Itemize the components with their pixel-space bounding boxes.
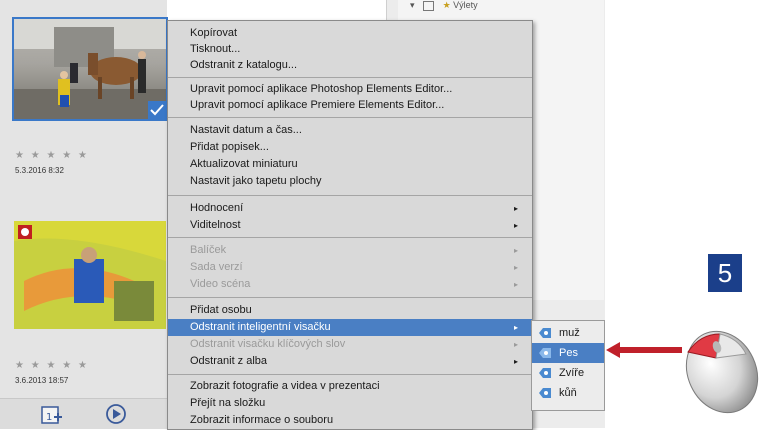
submenu-item-dog[interactable]: Pes	[532, 343, 604, 363]
play-slideshow-icon[interactable]	[105, 403, 127, 425]
checkbox[interactable]	[423, 0, 435, 11]
submenu-item-label: kůň	[559, 387, 577, 399]
menu-remove-from-album[interactable]: Odstranit z alba ▸	[168, 353, 532, 370]
submenu-item-horse[interactable]: kůň	[532, 383, 604, 403]
expand-arrow-icon[interactable]: ▾	[410, 0, 415, 10]
menu-add-person[interactable]: Přidat osobu	[168, 302, 532, 319]
menu-separator	[168, 374, 532, 375]
rating-stars[interactable]: ★ ★ ★ ★ ★	[15, 150, 89, 161]
menu-update-thumbnail[interactable]: Aktualizovat miniaturu	[168, 156, 532, 173]
submenu-item-label: Zvíře	[559, 367, 585, 379]
tag-folder-item[interactable]: ▾ ★ Výlety	[410, 0, 478, 11]
menu-stack-label: Balíček	[190, 244, 227, 256]
svg-text:1: 1	[46, 412, 52, 423]
menu-edit-photoshop[interactable]: Upravit pomocí aplikace Photoshop Elemen…	[168, 81, 532, 98]
bottom-toolbar: 1	[0, 398, 167, 429]
submenu-arrow-icon: ▸	[513, 357, 518, 366]
menu-remove-from-catalog[interactable]: Odstranit z katalogu...	[168, 57, 532, 74]
playground-photo-image	[14, 221, 166, 329]
menu-set-date-time[interactable]: Nastavit datum a čas...	[168, 122, 532, 139]
submenu-item-animal[interactable]: Zvíře	[532, 363, 604, 383]
menu-stack: Balíček ▸	[168, 242, 532, 259]
tag-icon: ★	[442, 0, 451, 10]
menu-version-set: Sada verzí ▸	[168, 259, 532, 276]
menu-remove-keyword-tag: Odstranit visačku klíčových slov ▸	[168, 336, 532, 353]
horse-photo-image	[14, 19, 166, 119]
menu-show-slideshow[interactable]: Zobrazit fotografie a videa v prezentaci	[168, 378, 532, 395]
menu-rating[interactable]: Hodnocení ▸	[168, 200, 532, 217]
submenu-arrow-icon: ▸	[513, 263, 518, 272]
menu-print[interactable]: Tisknout...	[168, 41, 532, 58]
menu-separator	[168, 297, 532, 298]
thumbnail-panel: ★ ★ ★ ★ ★ 5.3.2016 8:32 ★ ★ ★ ★ ★ 3.6.20…	[0, 0, 168, 429]
mouse-icon	[685, 330, 759, 414]
submenu-arrow-icon: ▸	[513, 204, 518, 213]
menu-video-scene: Video scéna ▸	[168, 276, 532, 293]
menu-separator	[168, 195, 532, 196]
submenu-arrow-icon: ▸	[513, 221, 518, 230]
submenu-arrow-icon: ▸	[513, 246, 518, 255]
photo-date-2: 3.6.2013 18:57	[15, 376, 69, 385]
menu-version-set-label: Sada verzí	[190, 261, 243, 273]
pointer-arrow-icon	[606, 342, 682, 358]
menu-show-file-info[interactable]: Zobrazit informace o souboru	[168, 412, 532, 429]
menu-go-to-folder[interactable]: Přejít na složku	[168, 395, 532, 412]
menu-remove-keyword-tag-label: Odstranit visačku klíčových slov	[190, 338, 346, 350]
submenu-item-label: Pes	[559, 347, 578, 359]
tag-label: Výlety	[453, 0, 478, 10]
submenu-arrow-icon: ▸	[513, 323, 518, 332]
menu-remove-smart-tag[interactable]: Odstranit inteligentní visačku ▸	[168, 319, 532, 336]
submenu-item-label: muž	[559, 327, 580, 339]
menu-separator	[168, 237, 532, 238]
smart-tag-icon	[539, 388, 551, 398]
menu-rating-label: Hodnocení	[190, 202, 244, 214]
submenu-arrow-icon: ▸	[513, 280, 518, 289]
thumbnail-horse-photo[interactable]	[12, 17, 168, 121]
menu-add-caption[interactable]: Přidat popisek...	[168, 139, 532, 156]
menu-visibility[interactable]: Viditelnost ▸	[168, 217, 532, 234]
menu-copy[interactable]: Kopírovat	[168, 25, 532, 42]
photo-date: 5.3.2016 8:32	[15, 166, 64, 175]
step-number-badge: 5	[708, 254, 742, 292]
add-to-album-icon[interactable]: 1	[40, 403, 62, 425]
menu-edit-premiere[interactable]: Upravit pomocí aplikace Premiere Element…	[168, 97, 532, 114]
context-menu: Kopírovat Tisknout... Odstranit z katalo…	[167, 20, 533, 430]
smart-tag-submenu: muž Pes Zvíře kůň	[531, 320, 605, 411]
rating-stars-2[interactable]: ★ ★ ★ ★ ★	[15, 360, 89, 371]
menu-separator	[168, 117, 532, 118]
menu-remove-from-album-label: Odstranit z alba	[190, 355, 268, 367]
submenu-item-man[interactable]: muž	[532, 323, 604, 343]
submenu-arrow-icon: ▸	[513, 340, 518, 349]
menu-visibility-label: Viditelnost	[190, 219, 241, 231]
menu-video-scene-label: Video scéna	[190, 278, 251, 290]
smart-tag-icon	[539, 348, 551, 358]
smart-tag-icon	[539, 368, 551, 378]
menu-set-wallpaper[interactable]: Nastavit jako tapetu plochy	[168, 173, 532, 190]
menu-remove-smart-tag-label: Odstranit inteligentní visačku	[190, 321, 331, 333]
menu-separator	[168, 77, 532, 78]
thumbnail-playground-photo[interactable]	[14, 221, 166, 329]
smart-tag-icon	[539, 328, 551, 338]
